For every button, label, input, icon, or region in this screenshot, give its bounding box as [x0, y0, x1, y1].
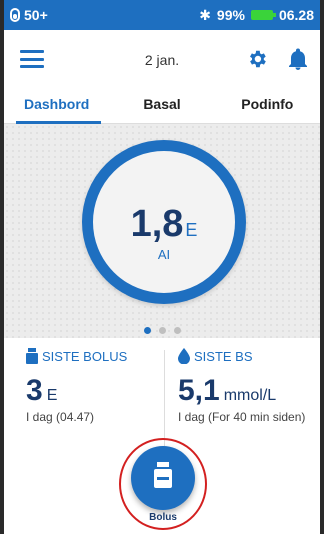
last-bolus-block: SISTE BOLUS 3E I dag (04.47) — [26, 348, 166, 424]
vial-icon — [26, 348, 38, 364]
top-bar: 2 jan. — [4, 30, 320, 92]
tab-basal[interactable]: Basal — [109, 92, 214, 123]
last-bg-value: 5,1 mmol/L — [178, 374, 318, 408]
device-frame-right — [320, 0, 324, 534]
vial-icon — [154, 462, 172, 488]
status-bar: 50+ ✱ 99% 06.28 — [4, 0, 320, 30]
iob-number: 1,8 — [130, 203, 184, 245]
bell-icon[interactable] — [288, 48, 308, 70]
blood-drop-icon — [178, 348, 190, 364]
last-bolus-title: SISTE BOLUS — [42, 348, 128, 364]
last-bg-header: SISTE BS — [178, 348, 318, 364]
last-bg-unit: mmol/L — [223, 387, 277, 404]
battery-icon — [250, 10, 276, 20]
iob-unit: E — [185, 220, 198, 240]
last-bolus-value: 3E — [26, 374, 166, 408]
pod-icon — [10, 8, 20, 22]
status-left: 50+ — [10, 7, 48, 23]
last-bolus-unit: E — [46, 387, 58, 404]
last-bolus-number: 3 — [26, 374, 43, 407]
last-bolus-time: I dag (04.47) — [26, 410, 95, 424]
gear-icon[interactable] — [246, 48, 268, 70]
pager-dot[interactable] — [143, 326, 151, 334]
pager-dot[interactable] — [173, 326, 181, 334]
pager-dot[interactable] — [158, 326, 166, 334]
last-bolus-header: SISTE BOLUS — [26, 348, 166, 364]
bolus-button-label: Bolus — [149, 512, 177, 523]
battery-percent: 99% — [216, 7, 245, 23]
current-date: 2 jan. — [144, 52, 180, 68]
status-left-text: 50+ — [24, 7, 48, 23]
bluetooth-icon: ✱ — [199, 6, 211, 23]
dashboard-panel: 1,8 E AI — [4, 124, 320, 338]
iob-value: 1,8 E — [93, 203, 235, 246]
last-bg-number: 5,1 — [178, 374, 220, 407]
last-bg-block: SISTE BS 5,1 mmol/L I dag (For 40 min sid… — [178, 348, 318, 424]
status-time: 06.28 — [278, 7, 314, 23]
iob-gauge: 1,8 E AI — [82, 140, 246, 304]
status-right: ✱ 99% 06.28 — [199, 7, 314, 24]
bolus-button[interactable] — [131, 446, 195, 510]
pager-dots[interactable] — [4, 322, 320, 338]
last-bg-title: SISTE BS — [194, 348, 253, 364]
iob-label: AI — [157, 247, 171, 262]
app-screen: 50+ ✱ 99% 06.28 2 jan. Dashbord Basal Po… — [4, 0, 320, 534]
last-bg-time: I dag (For 40 min siden) — [178, 410, 306, 424]
tab-bar: Dashbord Basal Podinfo — [4, 92, 320, 124]
tab-podinfo[interactable]: Podinfo — [215, 92, 320, 123]
tab-dashboard[interactable]: Dashbord — [4, 92, 109, 124]
